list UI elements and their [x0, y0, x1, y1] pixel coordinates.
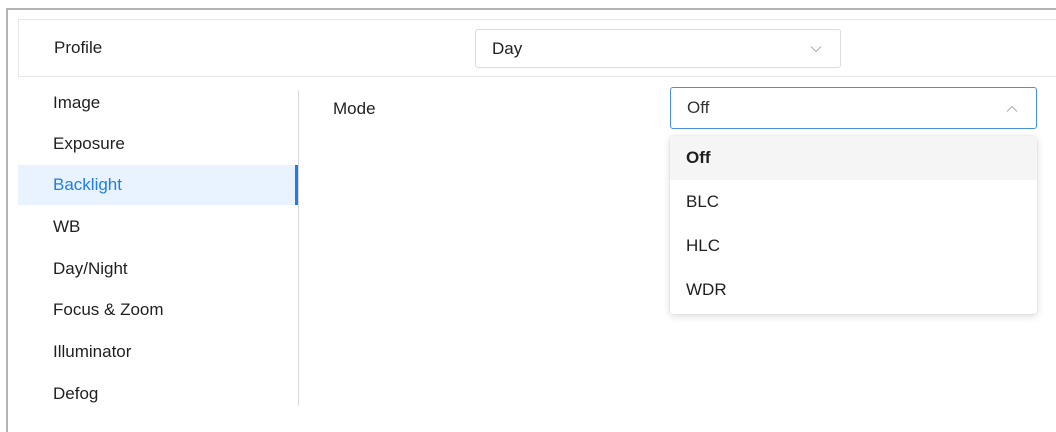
- mode-label: Mode: [333, 99, 376, 118]
- sidebar-item-backlight[interactable]: Backlight: [18, 165, 298, 205]
- sidebar-item-wb[interactable]: WB: [18, 207, 298, 247]
- sidebar-item-day-night[interactable]: Day/Night: [18, 249, 298, 289]
- mode-select-value: Off: [687, 98, 710, 117]
- chevron-up-icon: [1006, 105, 1018, 112]
- profile-label: Profile: [54, 38, 103, 57]
- sidebar-item-image[interactable]: Image: [18, 83, 298, 123]
- profile-select-value: Day: [492, 39, 523, 58]
- mode-option-wdr[interactable]: WDR: [670, 268, 1037, 312]
- mode-select[interactable]: Off: [670, 87, 1037, 129]
- profile-row: Profile Day: [18, 19, 1056, 77]
- sidebar-item-focus-zoom[interactable]: Focus & Zoom: [18, 290, 298, 330]
- mode-option-off[interactable]: Off: [670, 136, 1037, 180]
- mode-dropdown-menu: Off BLC HLC WDR: [670, 136, 1037, 314]
- sidebar-item-exposure[interactable]: Exposure: [18, 124, 298, 164]
- sidebar-menu: Image Exposure Backlight WB Day/Night Fo…: [18, 80, 300, 410]
- mode-option-hlc[interactable]: HLC: [670, 224, 1037, 268]
- profile-select[interactable]: Day: [475, 29, 841, 68]
- mode-option-blc[interactable]: BLC: [670, 180, 1037, 224]
- sidebar-item-defog[interactable]: Defog: [18, 374, 298, 414]
- chevron-down-icon: [810, 46, 822, 53]
- sidebar-item-illuminator[interactable]: Illuminator: [18, 332, 298, 372]
- sidebar-divider: [298, 90, 299, 406]
